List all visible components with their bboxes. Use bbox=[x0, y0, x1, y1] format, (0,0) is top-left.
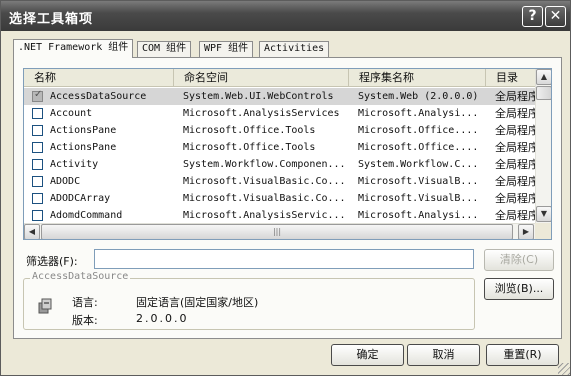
ok-button[interactable]: 确定 bbox=[331, 344, 404, 366]
row-checkbox[interactable] bbox=[32, 176, 43, 187]
row-checkbox[interactable] bbox=[32, 210, 43, 221]
tab-wpf-components[interactable]: WPF 组件 bbox=[199, 41, 254, 57]
table-row[interactable]: AdomdCommand Microsoft.AnalysisServic... M… bbox=[24, 207, 535, 224]
table-row[interactable]: ActionsPane Microsoft.Office.Tools Microso… bbox=[24, 139, 535, 156]
cell-name: ADODC bbox=[50, 176, 81, 187]
column-header-directory[interactable]: 目录 bbox=[486, 69, 535, 87]
row-checkbox[interactable] bbox=[32, 193, 43, 204]
reset-button[interactable]: 重置(R) bbox=[486, 344, 559, 366]
column-header-assembly[interactable]: 程序集名称 bbox=[349, 69, 486, 87]
cell-name: ADODCArray bbox=[50, 193, 111, 204]
cell-directory: 全局程序 bbox=[495, 107, 535, 120]
cell-name: Account bbox=[50, 108, 93, 119]
tab-activities[interactable]: Activities bbox=[259, 41, 330, 57]
scroll-down-button[interactable]: ▼ bbox=[536, 206, 551, 222]
cell-directory: 全局程序 bbox=[495, 192, 535, 205]
cell-assembly: System.Web (2.0.0.0) bbox=[358, 91, 479, 102]
list-header: 名称 命名空间 程序集名称 目录 bbox=[24, 69, 535, 87]
components-list[interactable]: 名称 命名空间 程序集名称 目录 AccessDataSource System.… bbox=[23, 68, 552, 240]
filter-label: 筛选器(F): bbox=[26, 255, 78, 268]
tab-panel: 名称 命名空间 程序集名称 目录 AccessDataSource System.… bbox=[13, 57, 562, 339]
cell-directory: 全局程序 bbox=[495, 141, 535, 154]
clear-button[interactable]: 清除(C) bbox=[484, 249, 554, 271]
tab-com-components[interactable]: COM 组件 bbox=[137, 41, 192, 57]
cell-assembly: Microsoft.Office.... bbox=[358, 142, 479, 153]
cell-directory: 全局程序 bbox=[495, 124, 535, 137]
cell-assembly: Microsoft.Analysi... bbox=[358, 210, 479, 221]
row-checkbox[interactable] bbox=[32, 108, 43, 119]
window-title: 选择工具箱项 bbox=[9, 12, 94, 27]
version-value: 2.0.0.0 bbox=[136, 312, 189, 325]
cell-namespace: System.Web.UI.WebControls bbox=[183, 91, 334, 102]
cell-namespace: Microsoft.AnalysisServices bbox=[183, 108, 340, 119]
cancel-button[interactable]: 取消 bbox=[407, 344, 480, 366]
help-button[interactable]: ? bbox=[522, 6, 543, 27]
cell-namespace: Microsoft.Office.Tools bbox=[183, 142, 316, 153]
column-header-name[interactable]: 名称 bbox=[24, 69, 174, 87]
language-label: 语言: bbox=[72, 296, 98, 309]
cell-namespace: Microsoft.VisualBasic.Co... bbox=[183, 176, 346, 187]
table-row[interactable]: AccessDataSource System.Web.UI.WebControl… bbox=[24, 88, 535, 105]
assembly-icon bbox=[38, 298, 52, 314]
row-checkbox[interactable] bbox=[32, 89, 43, 102]
row-checkbox[interactable] bbox=[32, 125, 43, 136]
table-row[interactable]: Account Microsoft.AnalysisServices Microso… bbox=[24, 105, 535, 122]
cell-name: ActionsPane bbox=[50, 142, 117, 153]
row-checkbox[interactable] bbox=[32, 142, 43, 153]
details-group-title: AccessDataSource bbox=[30, 271, 131, 282]
cell-assembly: System.Workflow.C... bbox=[358, 159, 479, 170]
cell-name: AdomdCommand bbox=[50, 210, 123, 221]
filter-input[interactable] bbox=[94, 249, 474, 269]
table-row[interactable]: ADODCArray Microsoft.VisualBasic.Co... Mic… bbox=[24, 190, 535, 207]
choose-toolbox-items-dialog: 选择工具箱项 ? ✕ .NET Framework 组件 COM 组件 WPF … bbox=[0, 0, 571, 376]
horizontal-scrollbar[interactable]: ◀ ||| ▶ bbox=[24, 223, 535, 239]
cell-directory: 全局程序 bbox=[495, 209, 535, 222]
table-row[interactable]: ADODC Microsoft.VisualBasic.Co... Microsof… bbox=[24, 173, 535, 190]
cell-name: Activity bbox=[50, 159, 99, 170]
table-row[interactable]: ActionsPane Microsoft.Office.Tools Microso… bbox=[24, 122, 535, 139]
browse-button[interactable]: 浏览(B)... bbox=[484, 278, 554, 300]
cell-namespace: Microsoft.Office.Tools bbox=[183, 125, 316, 136]
list-rows: AccessDataSource System.Web.UI.WebControl… bbox=[24, 88, 535, 224]
scroll-right-button[interactable]: ▶ bbox=[518, 224, 534, 239]
tab-net-framework-components[interactable]: .NET Framework 组件 bbox=[13, 39, 134, 58]
cell-namespace: System.Workflow.Componen... bbox=[183, 159, 346, 170]
language-value: 固定语言(固定国家/地区) bbox=[136, 296, 259, 309]
cell-name: ActionsPane bbox=[50, 125, 117, 136]
vertical-scrollbar[interactable]: ▲ ▼ bbox=[535, 69, 551, 223]
cell-directory: 全局程序 bbox=[495, 158, 535, 171]
cell-name: AccessDataSource bbox=[50, 91, 147, 102]
scroll-left-button[interactable]: ◀ bbox=[24, 224, 40, 239]
cell-namespace: Microsoft.VisualBasic.Co... bbox=[183, 193, 346, 204]
resize-grip[interactable] bbox=[558, 363, 570, 375]
horizontal-scroll-thumb[interactable]: ||| bbox=[41, 224, 513, 239]
cell-namespace: Microsoft.AnalysisServic... bbox=[183, 210, 346, 221]
cell-assembly: Microsoft.VisualB... bbox=[358, 176, 479, 187]
title-bar[interactable]: 选择工具箱项 ? ✕ bbox=[1, 1, 570, 31]
details-group: AccessDataSource 语言: 固定语言(固定国家/地区) 版本: 2… bbox=[23, 271, 475, 330]
column-header-namespace[interactable]: 命名空间 bbox=[174, 69, 349, 87]
vertical-scroll-thumb[interactable] bbox=[536, 86, 551, 100]
row-checkbox[interactable] bbox=[32, 159, 43, 170]
cell-assembly: Microsoft.Office.... bbox=[358, 125, 479, 136]
cell-directory: 全局程序 bbox=[495, 90, 535, 103]
scroll-corner bbox=[535, 223, 551, 239]
scroll-up-button[interactable]: ▲ bbox=[536, 69, 551, 85]
cell-assembly: Microsoft.VisualB... bbox=[358, 193, 479, 204]
table-row[interactable]: Activity System.Workflow.Componen... Syste… bbox=[24, 156, 535, 173]
cell-assembly: Microsoft.Analysi... bbox=[358, 108, 479, 119]
cell-directory: 全局程序 bbox=[495, 175, 535, 188]
version-label: 版本: bbox=[72, 314, 98, 327]
close-button[interactable]: ✕ bbox=[545, 6, 566, 27]
